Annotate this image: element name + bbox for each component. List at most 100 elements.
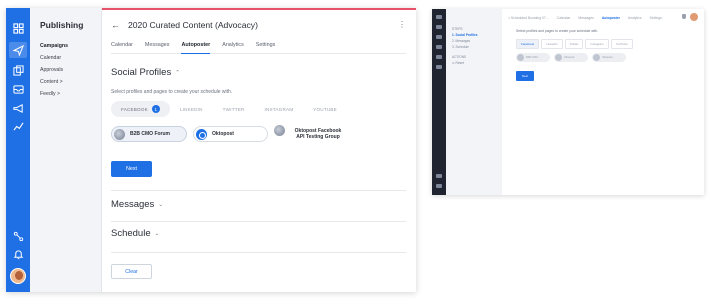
- reset-action[interactable]: ⊙ Reset: [452, 61, 464, 65]
- small-tab-calendar[interactable]: Calendar: [557, 16, 571, 20]
- profile-pages: B2B CMO Forum Oktopost Oktopost Facebook…: [111, 123, 354, 145]
- page-title: 2020 Curated Content (Advocacy): [128, 20, 258, 30]
- autoposter-window-small: STEPS 1. Social Profiles 2. Messages 3. …: [432, 9, 704, 195]
- tab-settings[interactable]: Settings: [256, 42, 275, 53]
- small-page-chip[interactable]: Oktopost: [554, 53, 588, 62]
- small-network-tabs: Facebook LinkedIn Twitter Instagram YouT…: [516, 39, 633, 49]
- small-network-youtube[interactable]: YouTube: [610, 39, 633, 49]
- small-network-twitter[interactable]: Twitter: [564, 39, 584, 49]
- subnav-item-content[interactable]: Content >: [40, 79, 63, 85]
- page-chip-oktopost-fb-api[interactable]: Oktopost Facebook API Testing Group: [274, 123, 354, 145]
- schedule-section-header[interactable]: Schedule ⌄: [111, 228, 159, 239]
- step-schedule[interactable]: 3. Schedule: [452, 45, 469, 49]
- section-divider: [111, 190, 406, 191]
- small-hint: Select profiles and pages to create your…: [516, 29, 599, 33]
- network-tab-youtube[interactable]: YOUTUBE: [303, 103, 347, 116]
- page-avatar: [555, 54, 562, 61]
- user-avatar[interactable]: [690, 13, 698, 21]
- analytics-icon[interactable]: [12, 120, 24, 132]
- page-chip-b2b-cmo-forum[interactable]: B2B CMO Forum: [111, 126, 187, 142]
- oktopost-logo-icon: [196, 128, 207, 140]
- section-divider: [111, 252, 406, 253]
- next-button[interactable]: Next: [111, 161, 152, 177]
- small-next-button[interactable]: Next: [516, 71, 534, 81]
- social-profiles-title: Social Profiles: [111, 67, 172, 78]
- social-profiles-header[interactable]: Social Profiles ⌃: [111, 67, 180, 78]
- page-avatar: [517, 54, 524, 61]
- network-tab-label: FACEBOOK: [121, 106, 148, 112]
- megaphone-icon[interactable]: [12, 102, 24, 114]
- small-tab-messages[interactable]: Messages: [578, 16, 593, 20]
- page-label: B2B CMO Forum: [130, 130, 170, 137]
- subnav-item-approvals[interactable]: Approvals: [40, 67, 63, 73]
- dark-icon-rail: [432, 9, 446, 195]
- page-chip-oktopost[interactable]: Oktopost: [193, 126, 268, 142]
- dashboard-icon[interactable]: [436, 15, 442, 19]
- small-tab-settings[interactable]: Settings: [650, 16, 662, 20]
- megaphone-icon[interactable]: [436, 55, 442, 59]
- small-page-chip[interactable]: B2B CMO...: [516, 53, 550, 62]
- user-avatar[interactable]: [10, 268, 26, 284]
- small-topbar: < Scheduled Boosting 07... Calendar Mess…: [508, 14, 698, 22]
- copy-icon[interactable]: [12, 64, 24, 76]
- network-tab-linkedin[interactable]: LINKEDIN: [170, 103, 213, 116]
- back-arrow-icon[interactable]: ←: [111, 20, 120, 30]
- network-tab-instagram[interactable]: INSTAGRAM: [254, 103, 303, 116]
- subnav-item-campaigns[interactable]: Campaigns: [40, 43, 68, 49]
- accent-top-line: [102, 8, 416, 10]
- small-page-label: B2B CMO...: [526, 56, 540, 59]
- small-network-instagram[interactable]: Instagram: [585, 39, 609, 49]
- inbox-icon[interactable]: [436, 45, 442, 49]
- tab-autoposter[interactable]: Autoposter: [181, 42, 210, 54]
- network-tabs: FACEBOOK 1 LINKEDIN TWITTER INSTAGRAM YO…: [111, 101, 347, 117]
- small-tab-autoposter[interactable]: Autoposter: [602, 16, 620, 20]
- bell-icon[interactable]: [12, 248, 24, 260]
- screenshot-stage: Publishing Campaigns Calendar Approvals …: [0, 0, 715, 306]
- network-tab-twitter[interactable]: TWITTER: [213, 103, 255, 116]
- more-options-icon[interactable]: ⋮: [398, 20, 406, 29]
- subnav-item-calendar[interactable]: Calendar: [40, 55, 61, 61]
- subnav-title: Publishing: [40, 20, 84, 30]
- small-page-chip[interactable]: Oktopost...: [592, 53, 626, 62]
- chevron-down-icon: ⌄: [158, 201, 163, 208]
- small-network-facebook[interactable]: Facebook: [516, 39, 540, 49]
- small-main: < Scheduled Boosting 07... Calendar Mess…: [502, 9, 704, 195]
- publish-icon[interactable]: [9, 42, 27, 58]
- network-tab-facebook[interactable]: FACEBOOK 1: [111, 101, 170, 117]
- step-messages[interactable]: 2. Messages: [452, 39, 470, 43]
- page-avatar: [114, 128, 125, 140]
- messages-section-header[interactable]: Messages ⌄: [111, 199, 163, 210]
- tab-analytics[interactable]: Analytics: [222, 42, 244, 53]
- messages-section-title: Messages: [111, 199, 155, 210]
- publishing-subnav: Publishing Campaigns Calendar Approvals …: [30, 8, 102, 292]
- chevron-down-icon: ⌄: [154, 230, 160, 237]
- page-header: ← 2020 Curated Content (Advocacy): [111, 20, 258, 30]
- copy-icon[interactable]: [436, 35, 442, 39]
- bell-icon[interactable]: [682, 14, 686, 19]
- publish-icon[interactable]: [436, 25, 442, 29]
- small-breadcrumb[interactable]: < Scheduled Boosting 07...: [508, 16, 549, 20]
- actions-heading: ACTIONS: [452, 55, 467, 59]
- share-icon[interactable]: [436, 174, 442, 178]
- clear-button[interactable]: Clear: [111, 264, 152, 279]
- tab-calendar[interactable]: Calendar: [111, 42, 133, 53]
- small-tab-analytics[interactable]: Analytics: [628, 16, 642, 20]
- steps-heading: STEPS: [452, 27, 463, 31]
- gear-icon[interactable]: [436, 184, 442, 188]
- autoposter-main: ← 2020 Curated Content (Advocacy) ⋮ Cale…: [102, 8, 416, 292]
- left-icon-rail: [6, 8, 30, 292]
- share-icon[interactable]: [12, 230, 24, 242]
- subnav-item-feedly[interactable]: Feedly >: [40, 91, 60, 97]
- section-divider: [111, 221, 406, 222]
- steps-subnav: STEPS 1. Social Profiles 2. Messages 3. …: [446, 9, 502, 195]
- tab-messages[interactable]: Messages: [145, 42, 170, 53]
- analytics-icon[interactable]: [436, 65, 442, 69]
- small-page-label: Oktopost: [564, 56, 575, 59]
- autoposter-window-large: Publishing Campaigns Calendar Approvals …: [6, 8, 416, 292]
- dashboard-icon[interactable]: [12, 22, 24, 34]
- page-label: Oktopost Facebook API Testing Group: [294, 127, 342, 140]
- inbox-icon[interactable]: [12, 83, 24, 95]
- step-social-profiles[interactable]: 1. Social Profiles: [452, 33, 478, 37]
- page-avatar: [593, 54, 600, 61]
- small-network-linkedin[interactable]: LinkedIn: [541, 39, 563, 49]
